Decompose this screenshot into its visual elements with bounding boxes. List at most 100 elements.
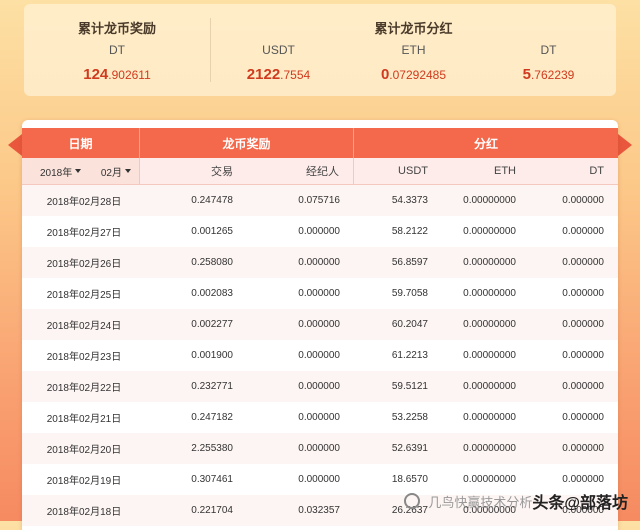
cell-date: 2018年02月28日 — [46, 197, 122, 208]
reward-dt-label: DT — [109, 43, 125, 57]
chat-bubble-icon — [404, 493, 421, 509]
dividend-dt-label: DT — [540, 43, 557, 57]
cell-eth: 0.00000000 — [463, 381, 516, 392]
watermark-brand: 头条 — [532, 495, 565, 512]
cell-trade: 0.001900 — [191, 350, 233, 361]
watermark-faint-text: 几鸟快赢技术分析 — [428, 494, 533, 510]
cell-usdt: 58.2122 — [391, 226, 428, 237]
reward-summary: 累计龙币奖励 DT 124.902611 — [24, 4, 210, 96]
date-filter: 2018年 02月 — [22, 158, 140, 184]
table-row: 2018年02月25日 0.002083 0.000000 59.7058 0.… — [22, 278, 618, 309]
cell-date: 2018年02月21日 — [46, 414, 122, 425]
cell-trade: 0.002277 — [191, 319, 233, 330]
cell-date: 2018年02月19日 — [46, 476, 122, 487]
cell-date: 2018年02月20日 — [46, 445, 122, 456]
caret-down-icon — [75, 169, 82, 173]
cell-trade: 0.307461 — [191, 474, 233, 485]
cell-trade: 0.002083 — [191, 288, 233, 299]
cell-agent: 0.000000 — [298, 412, 340, 423]
cell-usdt: 59.5121 — [391, 381, 428, 392]
cell-date: 2018年02月23日 — [46, 352, 122, 363]
table-row: 2018年02月28日 0.247478 0.075716 54.3373 0.… — [22, 185, 618, 216]
dividend-eth-summary: ETH 0.07292485 — [346, 40, 481, 84]
cell-eth: 0.00000000 — [463, 350, 516, 361]
cell-agent: 0.000000 — [298, 319, 340, 330]
col-usdt: USDT — [398, 165, 428, 177]
watermark-handle: @部落坊 — [564, 495, 628, 512]
summary-card: 累计龙币奖励 DT 124.902611 累计龙币分红 USDT 2122.75… — [24, 4, 616, 96]
ribbon-right-tail — [618, 134, 632, 156]
cell-trade: 0.247478 — [191, 195, 233, 206]
cell-usdt: 60.2047 — [391, 319, 428, 330]
table-row: 2018年02月27日 0.001265 0.000000 58.2122 0.… — [22, 216, 618, 247]
table-row: 2018年02月22日 0.232771 0.000000 59.5121 0.… — [22, 371, 618, 402]
table-column-header: 2018年 02月 交易 经纪人 USDT ETH DT — [22, 158, 618, 185]
cell-agent: 0.075716 — [298, 195, 340, 206]
cell-trade: 0.232771 — [191, 381, 233, 392]
reward-dt-summary: DT 124.902611 — [24, 40, 210, 84]
dividend-summary: 累计龙币分红 USDT 2122.7554 ETH 0.07292485 DT … — [211, 4, 616, 96]
cell-date: 2018年02月27日 — [46, 228, 122, 239]
cell-date: 2018年02月22日 — [46, 383, 122, 394]
cell-usdt: 54.3373 — [391, 195, 428, 206]
col-dt: DT — [589, 165, 604, 177]
cell-trade: 0.001265 — [191, 226, 233, 237]
cell-date: 2018年02月26日 — [46, 259, 122, 270]
cell-dt: 0.000000 — [562, 412, 604, 423]
watermark: 几鸟快赢技术分析 头条 @部落坊 — [404, 489, 628, 513]
records-table: 日期 龙币奖励 分红 2018年 02月 交易 经纪人 USDT ETH DT … — [22, 120, 618, 530]
table-body: 2018年02月28日 0.247478 0.075716 54.3373 0.… — [22, 185, 618, 526]
table-row: 2018年02月21日 0.247182 0.000000 53.2258 0.… — [22, 402, 618, 433]
cell-eth: 0.00000000 — [463, 319, 516, 330]
cell-usdt: 52.6391 — [391, 443, 428, 454]
cell-trade: 2.255380 — [191, 443, 233, 454]
caret-down-icon — [125, 169, 131, 173]
dividend-usdt-label: USDT — [262, 43, 295, 57]
cell-agent: 0.000000 — [298, 226, 340, 237]
cell-agent: 0.000000 — [298, 443, 340, 454]
cell-agent: 0.000000 — [298, 288, 340, 299]
table-row: 2018年02月23日 0.001900 0.000000 61.2213 0.… — [22, 340, 618, 371]
cell-agent: 0.000000 — [298, 257, 340, 268]
table-row: 2018年02月24日 0.002277 0.000000 60.2047 0.… — [22, 309, 618, 340]
dividend-eth-label: ETH — [401, 43, 426, 57]
cell-dt: 0.000000 — [562, 443, 604, 454]
dividend-summary-title: 累计龙币分红 — [374, 21, 453, 36]
month-select[interactable]: 02月 — [101, 164, 131, 179]
cell-agent: 0.000000 — [298, 350, 340, 361]
header-reward: 龙币奖励 — [140, 128, 354, 158]
cell-date: 2018年02月24日 — [46, 321, 122, 332]
dividend-usdt-value: 2122.7554 — [246, 66, 311, 83]
cell-agent: 0.032357 — [298, 505, 340, 516]
cell-dt: 0.000000 — [562, 288, 604, 299]
cell-usdt: 59.7058 — [391, 288, 428, 299]
cell-eth: 0.00000000 — [463, 257, 516, 268]
dividend-dt-value: 5.762239 — [522, 66, 575, 83]
cell-dt: 0.000000 — [562, 257, 604, 268]
reward-dt-value: 124.902611 — [83, 66, 151, 83]
cell-dt: 0.000000 — [562, 319, 604, 330]
dividend-usdt-summary: USDT 2122.7554 — [211, 40, 346, 84]
cell-trade: 0.247182 — [191, 412, 233, 423]
table-group-header: 日期 龙币奖励 分红 — [22, 128, 618, 158]
reward-summary-title: 累计龙币奖励 — [77, 21, 156, 36]
cell-trade: 0.258080 — [191, 257, 233, 268]
cell-date: 2018年02月18日 — [46, 507, 122, 518]
year-select[interactable]: 2018年 — [40, 164, 82, 179]
cell-dt: 0.000000 — [562, 381, 604, 392]
header-dividend: 分红 — [473, 136, 498, 151]
dividend-eth-value: 0.07292485 — [380, 66, 447, 83]
cell-usdt: 56.8597 — [391, 257, 428, 268]
cell-usdt: 53.2258 — [391, 412, 428, 423]
cell-dt: 0.000000 — [562, 195, 604, 206]
cell-usdt: 61.2213 — [391, 350, 428, 361]
col-agent: 经纪人 — [247, 158, 354, 184]
cell-agent: 0.000000 — [298, 381, 340, 392]
header-date: 日期 — [22, 128, 140, 158]
cell-eth: 0.00000000 — [463, 195, 516, 206]
dividend-dt-summary: DT 5.762239 — [481, 40, 616, 84]
cell-eth: 0.00000000 — [463, 412, 516, 423]
cell-agent: 0.000000 — [298, 474, 340, 485]
ribbon-left-tail — [8, 134, 22, 156]
cell-eth: 0.00000000 — [463, 443, 516, 454]
